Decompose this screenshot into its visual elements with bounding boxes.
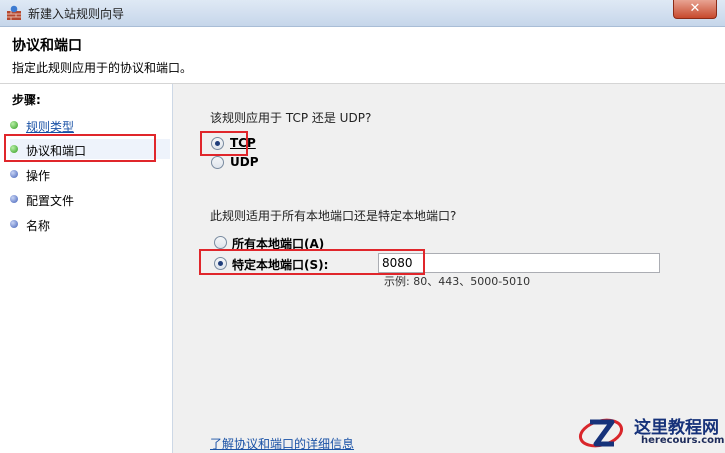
step-label: 配置文件 — [26, 194, 75, 208]
step-label: 操作 — [26, 169, 51, 183]
pending-step-icon — [10, 170, 18, 178]
window-title: 新建入站规则向导 — [28, 7, 125, 21]
step-name: 名称 — [10, 214, 170, 234]
ports-example: 示例: 80、443、5000-5010 — [384, 275, 531, 288]
watermark-url: herecours.com — [641, 435, 725, 446]
pending-step-icon — [10, 195, 18, 203]
title-bar: 新建入站规则向导 ✕ — [0, 0, 725, 27]
pending-step-icon — [10, 220, 18, 228]
help-link[interactable]: 了解协议和端口的详细信息 — [210, 435, 354, 452]
ports-question: 此规则适用于所有本地端口还是特定本地端口? — [210, 209, 457, 223]
step-label: 规则类型 — [26, 120, 75, 134]
step-profile: 配置文件 — [10, 189, 170, 209]
step-rule-type[interactable]: 规则类型 — [10, 115, 170, 135]
udp-label[interactable]: UDP — [230, 155, 259, 169]
page-description: 指定此规则应用于的协议和端口。 — [12, 61, 193, 75]
wizard-header: 协议和端口 指定此规则应用于的协议和端口。 — [0, 27, 725, 84]
step-action: 操作 — [10, 164, 170, 184]
completed-step-icon — [10, 121, 18, 129]
highlight-box-step — [4, 134, 156, 162]
page-title: 协议和端口 — [12, 38, 82, 54]
protocol-question: 该规则应用于 TCP 还是 UDP? — [210, 111, 372, 125]
close-button[interactable]: ✕ — [673, 0, 717, 19]
udp-radio[interactable] — [211, 156, 224, 169]
firewall-app-icon — [7, 5, 21, 20]
watermark-logo-icon — [578, 418, 624, 448]
all-ports-radio[interactable] — [214, 236, 227, 249]
highlight-box-port — [199, 249, 425, 275]
highlight-box-tcp — [200, 131, 248, 156]
step-label: 名称 — [26, 219, 51, 233]
steps-heading: 步骤: — [12, 93, 41, 107]
